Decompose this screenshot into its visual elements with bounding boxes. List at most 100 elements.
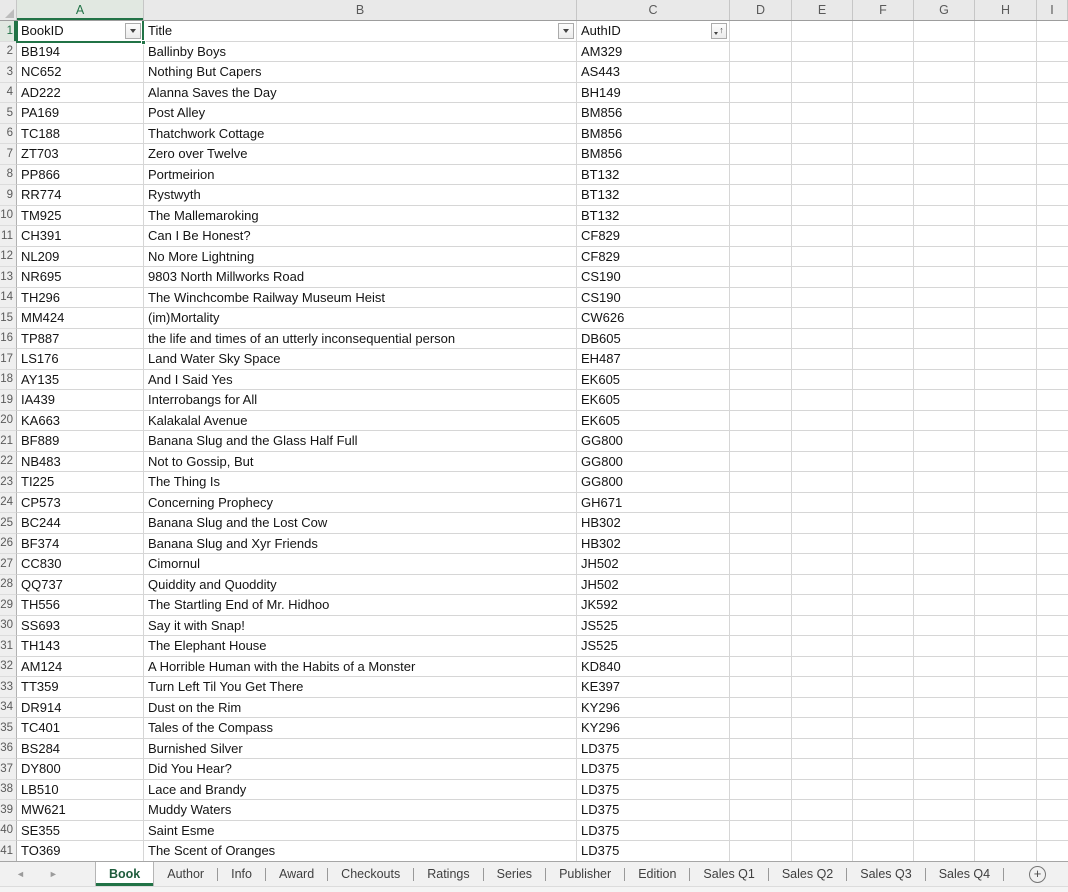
cell-empty[interactable]: [853, 820, 914, 841]
cell-empty[interactable]: [792, 820, 853, 841]
cell-bookid[interactable]: NB483: [17, 451, 144, 472]
cell-empty[interactable]: [730, 308, 792, 329]
cell-empty[interactable]: [1037, 287, 1068, 308]
row-header-25[interactable]: 25: [0, 513, 17, 534]
cell-empty[interactable]: [853, 349, 914, 370]
cell-bookid[interactable]: TO369: [17, 841, 144, 861]
cell-empty[interactable]: [914, 759, 975, 780]
cell-title[interactable]: No More Lightning: [144, 246, 577, 267]
cell-empty[interactable]: [853, 308, 914, 329]
cell-empty[interactable]: [975, 656, 1037, 677]
cell-empty[interactable]: [975, 513, 1037, 534]
cell-empty[interactable]: [853, 287, 914, 308]
cell-empty[interactable]: [730, 615, 792, 636]
cell-empty[interactable]: [730, 82, 792, 103]
cell-empty[interactable]: [914, 62, 975, 83]
cell-empty[interactable]: [792, 656, 853, 677]
cell-empty[interactable]: [975, 226, 1037, 247]
column-header-c[interactable]: C: [577, 0, 730, 20]
cell-empty[interactable]: [1037, 390, 1068, 411]
cell-empty[interactable]: [730, 820, 792, 841]
sheet-nav-left-icon[interactable]: ◄: [16, 869, 25, 879]
cell-empty[interactable]: [1037, 800, 1068, 821]
cell-title[interactable]: Ballinby Boys: [144, 41, 577, 62]
cell-empty[interactable]: [792, 431, 853, 452]
cell-title[interactable]: Zero over Twelve: [144, 144, 577, 165]
cell-title[interactable]: Land Water Sky Space: [144, 349, 577, 370]
cell-authid[interactable]: CS190: [577, 287, 730, 308]
row-header-39[interactable]: 39: [0, 800, 17, 821]
column-header-e[interactable]: E: [792, 0, 853, 20]
row-header-17[interactable]: 17: [0, 349, 17, 370]
cell-empty[interactable]: [914, 574, 975, 595]
cell-title[interactable]: Lace and Brandy: [144, 779, 577, 800]
cell-authid[interactable]: AS443: [577, 62, 730, 83]
cell-empty[interactable]: [853, 677, 914, 698]
tab-checkouts[interactable]: Checkouts: [328, 862, 413, 886]
cell-bookid[interactable]: CH391: [17, 226, 144, 247]
cell-empty[interactable]: [853, 697, 914, 718]
cell-empty[interactable]: [914, 246, 975, 267]
cell-title[interactable]: Banana Slug and Xyr Friends: [144, 533, 577, 554]
cell-empty[interactable]: [853, 21, 914, 42]
cell-empty[interactable]: [792, 164, 853, 185]
cell-empty[interactable]: [914, 779, 975, 800]
cell-empty[interactable]: [853, 513, 914, 534]
cell-authid[interactable]: KY296: [577, 697, 730, 718]
cell-empty[interactable]: [792, 328, 853, 349]
cell-empty[interactable]: [975, 267, 1037, 288]
tab-publisher[interactable]: Publisher: [546, 862, 624, 886]
cell-empty[interactable]: [975, 144, 1037, 165]
cell-empty[interactable]: [975, 21, 1037, 42]
cell-authid[interactable]: EK605: [577, 390, 730, 411]
cell-bookid[interactable]: TI225: [17, 472, 144, 493]
cell-empty[interactable]: [792, 451, 853, 472]
cell-empty[interactable]: [1037, 677, 1068, 698]
cell-empty[interactable]: [975, 738, 1037, 759]
cell-empty[interactable]: [914, 492, 975, 513]
cell-empty[interactable]: [1037, 759, 1068, 780]
cell-empty[interactable]: [730, 533, 792, 554]
cell-empty[interactable]: [792, 267, 853, 288]
cell-empty[interactable]: [853, 841, 914, 861]
tab-award[interactable]: Award: [266, 862, 327, 886]
cell-empty[interactable]: [914, 41, 975, 62]
cell-empty[interactable]: [853, 246, 914, 267]
column-header-a[interactable]: A: [17, 0, 144, 20]
column-header-b[interactable]: B: [144, 0, 577, 20]
cell-bookid[interactable]: AY135: [17, 369, 144, 390]
cell-authid[interactable]: KD840: [577, 656, 730, 677]
cell-empty[interactable]: [914, 533, 975, 554]
cell-empty[interactable]: [792, 390, 853, 411]
cell-empty[interactable]: [914, 205, 975, 226]
cell-empty[interactable]: [730, 21, 792, 42]
cell-empty[interactable]: [730, 390, 792, 411]
cell-empty[interactable]: [1037, 369, 1068, 390]
cell-authid[interactable]: CF829: [577, 246, 730, 267]
cell-bookid[interactable]: MM424: [17, 308, 144, 329]
cell-empty[interactable]: [792, 21, 853, 42]
cell-title[interactable]: Did You Hear?: [144, 759, 577, 780]
cell-empty[interactable]: [975, 205, 1037, 226]
cell-empty[interactable]: [914, 718, 975, 739]
cell-empty[interactable]: [792, 472, 853, 493]
cell-empty[interactable]: [914, 328, 975, 349]
cell-authid[interactable]: BM856: [577, 123, 730, 144]
cell-authid[interactable]: CS190: [577, 267, 730, 288]
cell-title[interactable]: Say it with Snap!: [144, 615, 577, 636]
cell-empty[interactable]: [914, 431, 975, 452]
column-header-h[interactable]: H: [975, 0, 1037, 20]
row-header-27[interactable]: 27: [0, 554, 17, 575]
cell-empty[interactable]: [792, 513, 853, 534]
cell-empty[interactable]: [1037, 636, 1068, 657]
cell-bookid[interactable]: IA439: [17, 390, 144, 411]
cell-title[interactable]: Banana Slug and the Glass Half Full: [144, 431, 577, 452]
cell-empty[interactable]: [792, 410, 853, 431]
cell-title[interactable]: Muddy Waters: [144, 800, 577, 821]
cell-bookid[interactable]: DY800: [17, 759, 144, 780]
cell-empty[interactable]: [975, 431, 1037, 452]
cell-title[interactable]: Turn Left Til You Get There: [144, 677, 577, 698]
cell-empty[interactable]: [914, 267, 975, 288]
cell-empty[interactable]: [792, 123, 853, 144]
cell-title[interactable]: Not to Gossip, But: [144, 451, 577, 472]
